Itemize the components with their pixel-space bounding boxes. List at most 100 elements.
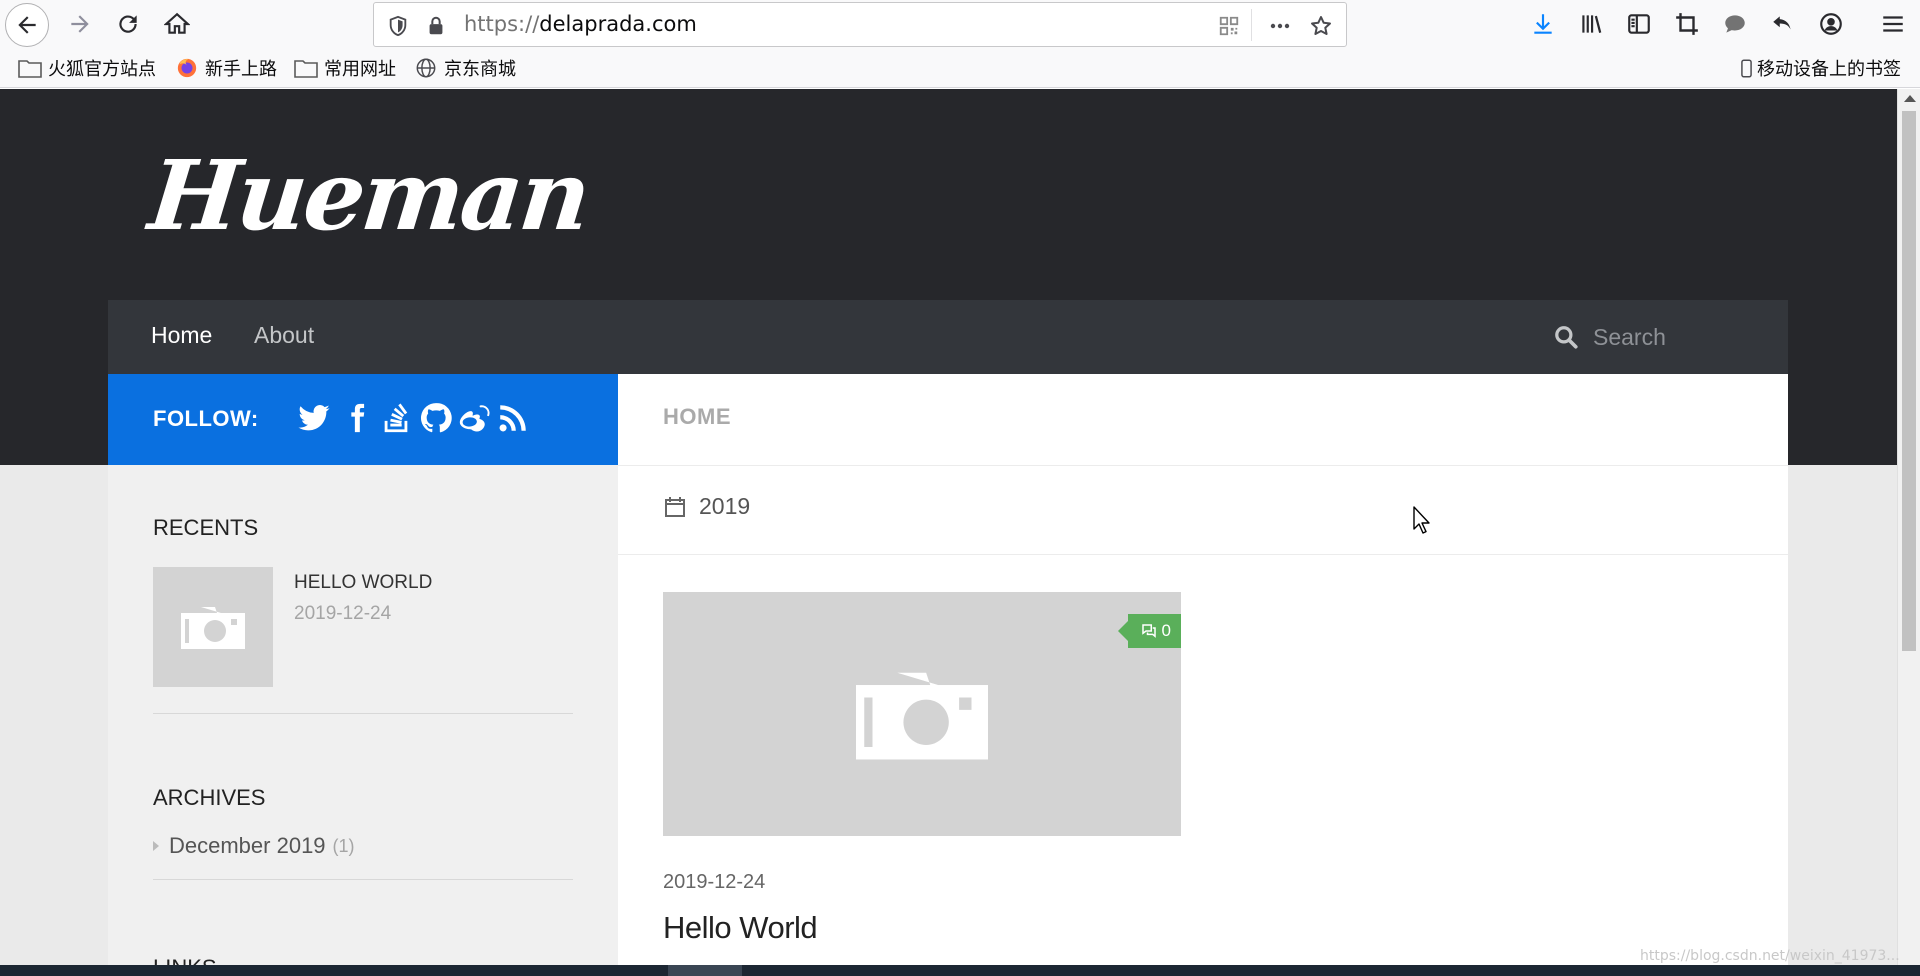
lock-icon[interactable]: [424, 14, 448, 38]
recent-post-date: 2019-12-24: [294, 603, 392, 624]
mobile-bookmarks-label: 移动设备上的书签: [1757, 59, 1901, 80]
divider: [618, 465, 1788, 466]
comment-count-badge[interactable]: 0: [1117, 614, 1181, 648]
bookmark-item[interactable]: 火狐官方站点: [18, 56, 156, 80]
forward-button[interactable]: [60, 4, 100, 44]
camera-icon: [856, 672, 988, 760]
download-icon: [1534, 14, 1552, 34]
screenshot-button[interactable]: [1667, 4, 1707, 44]
taskbar-active-item[interactable]: [668, 965, 742, 976]
url-host: delaprada.com: [539, 12, 697, 36]
crop-icon: [1676, 13, 1698, 35]
shield-icon[interactable]: [386, 14, 410, 38]
archives-title: ARCHIVES: [153, 785, 266, 810]
year-label: 2019: [699, 493, 751, 519]
bookmark-item[interactable]: 常用网址: [294, 56, 396, 80]
bookmark-label: 常用网址: [324, 59, 396, 80]
library-icon: [1582, 15, 1602, 33]
links-title: LINKS: [153, 955, 217, 965]
mobile-bookmarks[interactable]: 移动设备上的书签: [1738, 56, 1901, 80]
facebook-icon[interactable]: [338, 398, 376, 438]
divider: [153, 713, 573, 714]
bookmark-label: 新手上路: [205, 59, 277, 80]
account-icon: [1820, 13, 1842, 35]
archive-count: (1): [332, 835, 355, 856]
hamburger-icon: [1883, 16, 1903, 32]
reload-button[interactable]: [108, 4, 148, 44]
undo-icon: [1773, 16, 1791, 30]
main-nav: Home About: [108, 300, 1788, 374]
back-button[interactable]: [5, 3, 49, 47]
archive-link[interactable]: December 2019 (1): [153, 833, 355, 859]
rss-icon[interactable]: [494, 398, 532, 438]
nav-home-link[interactable]: Home: [151, 322, 212, 349]
follow-label: FOLLOW:: [153, 406, 259, 431]
post-date: 2019-12-24: [663, 871, 766, 893]
bookmarks-toolbar: 火狐官方站点 新手上路 常用网址 京东商城 移动设备上的书签: [0, 49, 1920, 88]
chat-button[interactable]: [1715, 4, 1755, 44]
search-input[interactable]: [1593, 318, 1763, 356]
star-icon[interactable]: [1309, 14, 1333, 38]
bookmark-item[interactable]: 京东商城: [414, 56, 516, 80]
page-scrollbar[interactable]: [1897, 89, 1920, 965]
divider: [153, 879, 573, 880]
recent-thumbnail[interactable]: [153, 567, 273, 687]
url-separator: [1251, 9, 1252, 41]
calendar-icon: [665, 496, 685, 517]
home-icon: [164, 12, 190, 34]
bookmark-item[interactable]: 新手上路: [175, 56, 277, 80]
nav-about-link[interactable]: About: [254, 322, 314, 349]
downloads-button[interactable]: [1523, 4, 1563, 44]
site-logo[interactable]: Hueman: [144, 139, 593, 252]
breadcrumb: HOME: [663, 404, 731, 429]
folder-icon: [18, 57, 42, 79]
qr-code-icon[interactable]: [1217, 14, 1241, 38]
os-taskbar: [0, 965, 1920, 976]
divider: [618, 554, 1788, 555]
undo-button[interactable]: [1763, 4, 1803, 44]
chat-icon: [1725, 15, 1745, 33]
reload-icon: [119, 15, 137, 33]
scroll-thumb[interactable]: [1902, 111, 1916, 651]
twitter-icon[interactable]: [295, 398, 333, 438]
sidebar: RECENTS HELLO WORLD 2019-12-24 ARCHIVES …: [108, 465, 618, 965]
browser-toolbar: https://delaprada.com: [0, 0, 1920, 49]
comment-count: 0: [1161, 621, 1171, 640]
weibo-icon[interactable]: [455, 398, 493, 438]
menu-button[interactable]: [1873, 4, 1913, 44]
scroll-up-arrow[interactable]: [1904, 95, 1916, 102]
bookmark-label: 京东商城: [444, 59, 516, 80]
archive-label: December 2019: [169, 833, 326, 858]
post-title[interactable]: Hello World: [663, 910, 818, 946]
github-icon[interactable]: [417, 398, 455, 438]
account-button[interactable]: [1811, 4, 1851, 44]
mobile-icon: [1738, 57, 1754, 79]
comments-icon: [1141, 624, 1156, 638]
globe-icon: [414, 57, 438, 79]
bookmark-label: 火狐官方站点: [48, 59, 156, 80]
year-heading: 2019: [663, 493, 750, 520]
sidebar-button[interactable]: [1619, 4, 1659, 44]
stackoverflow-icon[interactable]: [377, 398, 415, 438]
mouse-cursor-icon: [1413, 506, 1430, 534]
watermark: https://blog.csdn.net/weixin_41973...: [1640, 948, 1900, 964]
search-icon[interactable]: [1553, 324, 1579, 350]
more-actions-icon[interactable]: [1268, 14, 1292, 38]
url-bar[interactable]: https://delaprada.com: [373, 2, 1347, 47]
sidebar-icon: [1628, 14, 1650, 34]
recent-post-title[interactable]: HELLO WORLD: [294, 572, 432, 594]
folder-icon: [294, 57, 318, 79]
follow-bar: FOLLOW:: [108, 374, 618, 465]
home-button[interactable]: [157, 4, 197, 44]
url-scheme: https://: [464, 12, 540, 36]
web-page: Hueman Home About FOLLOW: RECENTS: [0, 89, 1897, 965]
library-button[interactable]: [1571, 4, 1611, 44]
arrow-left-icon: [18, 16, 36, 34]
caret-right-icon: [153, 841, 159, 851]
url-text[interactable]: https://delaprada.com: [464, 12, 697, 36]
camera-icon: [181, 607, 245, 649]
arrow-right-icon: [71, 15, 89, 33]
firefox-icon: [175, 57, 199, 79]
post-thumbnail[interactable]: 0: [663, 592, 1181, 836]
main-content: HOME 2019 0 2019-12-24 Hello World: [618, 374, 1788, 965]
